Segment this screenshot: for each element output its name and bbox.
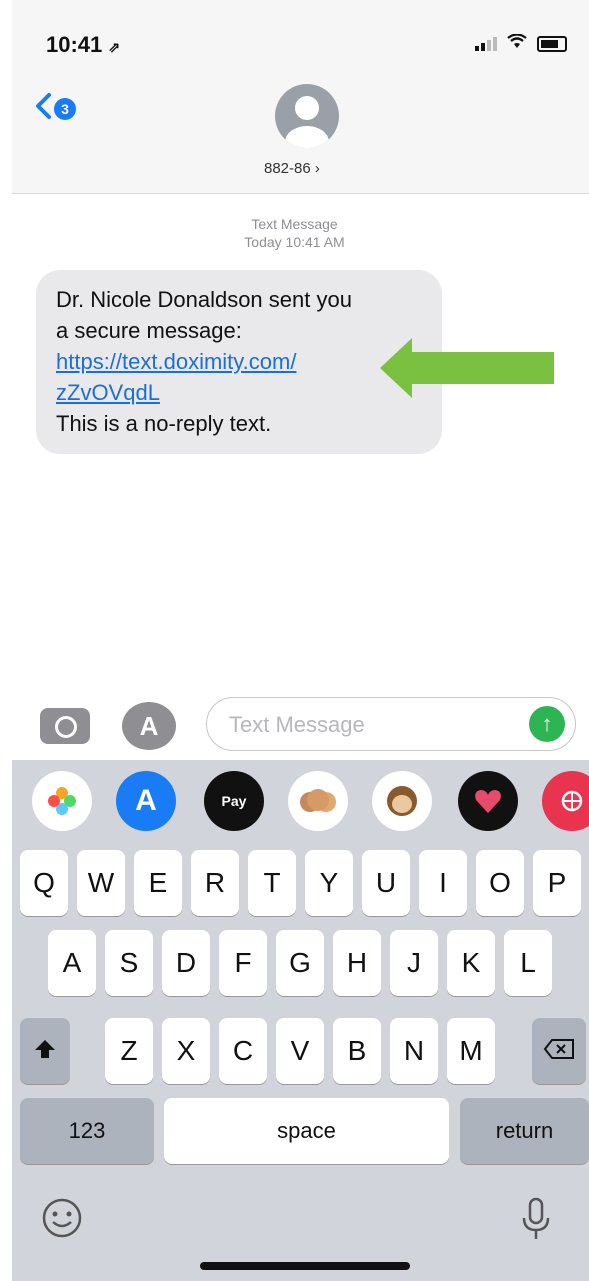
- camera-button[interactable]: [40, 708, 90, 744]
- keyboard: A Pay QWERTYUIOP ASDFGHJKL ZXCVBNM 123 s…: [12, 760, 589, 1281]
- send-button[interactable]: ↑: [529, 706, 565, 742]
- message-text: This is a no-reply text.: [56, 411, 272, 436]
- status-icons: [475, 33, 567, 54]
- app-store-icon: A: [139, 710, 159, 741]
- apple-pay-icon[interactable]: Pay: [204, 771, 264, 831]
- status-time: 10:41 ⇗: [46, 32, 121, 57]
- home-indicator: [200, 1262, 410, 1270]
- key-l[interactable]: L: [504, 930, 552, 996]
- message-input-placeholder: Text Message: [229, 712, 365, 737]
- key-m[interactable]: M: [447, 1018, 495, 1084]
- emoji-keyboard-button[interactable]: [40, 1196, 88, 1244]
- microphone-icon: [520, 1197, 552, 1250]
- monkey-animoji-icon[interactable]: [372, 771, 432, 831]
- contact-avatar[interactable]: [275, 84, 339, 148]
- wifi-icon: [507, 33, 527, 54]
- key-b[interactable]: B: [333, 1018, 381, 1084]
- numbers-key[interactable]: 123: [20, 1098, 154, 1164]
- key-n[interactable]: N: [390, 1018, 438, 1084]
- key-o[interactable]: O: [476, 850, 524, 916]
- dictation-button[interactable]: [520, 1196, 560, 1244]
- message-input[interactable]: Text Message ↑: [206, 697, 576, 751]
- key-x[interactable]: X: [162, 1018, 210, 1084]
- key-e[interactable]: E: [134, 850, 182, 916]
- message-link[interactable]: https://text.doximity.com/: [56, 349, 296, 374]
- shift-arrow-icon: [34, 1035, 56, 1067]
- key-i[interactable]: I: [419, 850, 467, 916]
- return-key[interactable]: return: [460, 1098, 589, 1164]
- photos-icon[interactable]: [32, 771, 92, 831]
- message-service-label: Text Message: [251, 216, 338, 232]
- key-s[interactable]: S: [105, 930, 153, 996]
- key-h[interactable]: H: [333, 930, 381, 996]
- key-p[interactable]: P: [533, 850, 581, 916]
- key-a[interactable]: A: [48, 930, 96, 996]
- key-u[interactable]: U: [362, 850, 410, 916]
- key-v[interactable]: V: [276, 1018, 324, 1084]
- key-t[interactable]: T: [248, 850, 296, 916]
- key-f[interactable]: F: [219, 930, 267, 996]
- app-drawer: A Pay: [12, 768, 589, 834]
- app-store-button[interactable]: A: [122, 702, 176, 750]
- memoji-icon[interactable]: [288, 771, 348, 831]
- space-key[interactable]: space: [164, 1098, 449, 1164]
- chevron-left-icon: [34, 92, 52, 125]
- message-text: a secure message:: [56, 318, 242, 343]
- key-k[interactable]: K: [447, 930, 495, 996]
- key-g[interactable]: G: [276, 930, 324, 996]
- key-d[interactable]: D: [162, 930, 210, 996]
- key-q[interactable]: Q: [20, 850, 68, 916]
- unread-count-badge: 3: [54, 97, 76, 120]
- message-link[interactable]: zZvOVqdL: [56, 380, 160, 405]
- arrow-up-icon: ↑: [541, 711, 553, 736]
- key-r[interactable]: R: [191, 850, 239, 916]
- app-store-icon[interactable]: A: [116, 771, 176, 831]
- location-arrow-icon: ⇗: [108, 39, 121, 55]
- web-search-icon[interactable]: [542, 771, 589, 831]
- shift-key[interactable]: [20, 1018, 70, 1084]
- contact-name[interactable]: 882-86 ›: [264, 160, 320, 177]
- key-c[interactable]: C: [219, 1018, 267, 1084]
- cellular-signal-icon: [475, 37, 497, 51]
- back-button[interactable]: 3: [34, 92, 76, 125]
- key-w[interactable]: W: [77, 850, 125, 916]
- highlight-arrow-icon: [380, 336, 556, 405]
- message-timestamp: Today 10:41 AM: [244, 234, 345, 250]
- message-text: Dr. Nicole Donaldson sent you: [56, 287, 352, 312]
- delete-key[interactable]: [532, 1018, 586, 1084]
- battery-icon: [537, 36, 567, 52]
- key-j[interactable]: J: [390, 930, 438, 996]
- key-z[interactable]: Z: [105, 1018, 153, 1084]
- key-y[interactable]: Y: [305, 850, 353, 916]
- backspace-icon: [543, 1035, 575, 1067]
- digital-touch-icon[interactable]: [458, 771, 518, 831]
